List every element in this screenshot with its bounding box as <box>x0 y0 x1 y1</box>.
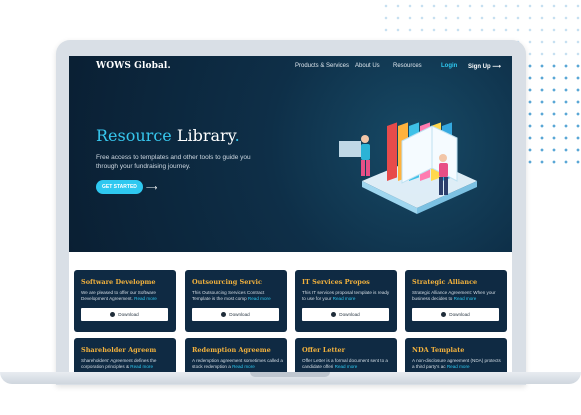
card-description: A non-disclosure agreement (NDA) protect… <box>412 358 504 370</box>
nav-link-products[interactable]: Products & Services <box>295 63 349 69</box>
title-dot: . <box>234 126 240 145</box>
read-more-link[interactable]: Read more <box>454 296 477 301</box>
download-label: Download <box>339 312 360 317</box>
card-title: IT Services Propos <box>302 278 370 286</box>
title-word-1: Resource <box>96 126 172 145</box>
nav-link-resources[interactable]: Resources <box>393 63 422 69</box>
signup-label: Sign Up <box>468 64 491 70</box>
login-link[interactable]: Login <box>441 63 457 69</box>
card-description: We are pleased to offer our Software Dev… <box>81 290 173 302</box>
card-title: Redemption Agreeme <box>192 346 271 354</box>
download-button[interactable]: Download <box>192 308 279 321</box>
resource-card: IT Services Propos This IT services prop… <box>295 270 397 332</box>
download-icon <box>441 312 447 317</box>
arrow-right-icon: ⟶ <box>492 64 501 70</box>
resource-card: Shareholder Agreem Shareholders' Agreeme… <box>74 338 176 372</box>
card-description: Shareholders' Agreement defines the corp… <box>81 358 173 370</box>
get-started-button[interactable]: GET STARTED ⟶ <box>96 180 157 194</box>
resource-card: Outsourcing Servic This Outsourcing Serv… <box>185 270 287 332</box>
card-title: Outsourcing Servic <box>192 278 262 286</box>
card-description: Offer Letter is a formal document sent t… <box>302 358 394 370</box>
signup-link[interactable]: Sign Up ⟶ <box>468 63 501 70</box>
card-description: A redemption agreement sometimes called … <box>192 358 284 370</box>
hero-section: WOWS Global. Products & Services About U… <box>69 56 512 252</box>
resource-card: NDA Template A non-disclosure agreement … <box>405 338 507 372</box>
download-icon <box>110 312 116 317</box>
arrow-right-icon: ⟶ <box>145 182 158 192</box>
download-label: Download <box>118 312 139 317</box>
card-description: Strategic Alliance Agreement: When your … <box>412 290 504 302</box>
download-icon <box>331 312 337 317</box>
read-more-link[interactable]: Read more <box>333 296 356 301</box>
page-title: Resource Library. <box>96 126 240 145</box>
resource-card: Offer Letter Offer Letter is a formal do… <box>295 338 397 372</box>
card-title: NDA Template <box>412 346 465 354</box>
laptop-screen: WOWS Global. Products & Services About U… <box>69 56 512 372</box>
read-more-link[interactable]: Read more <box>335 364 358 369</box>
library-illustration <box>339 122 477 214</box>
read-more-link[interactable]: Read more <box>248 296 271 301</box>
laptop-notch <box>250 372 330 377</box>
read-more-link[interactable]: Read more <box>134 296 157 301</box>
nav-link-about[interactable]: About Us <box>355 63 380 69</box>
download-button[interactable]: Download <box>81 308 168 321</box>
download-icon <box>221 312 227 317</box>
card-title: Software Developme <box>81 278 156 286</box>
card-description: This Outsourcing Services Contract Templ… <box>192 290 284 302</box>
card-title: Shareholder Agreem <box>81 346 157 354</box>
hero-subtitle: Free access to templates and other tools… <box>96 154 251 170</box>
resource-card: Software Developme We are pleased to off… <box>74 270 176 332</box>
resource-cards: Software Developme We are pleased to off… <box>69 252 512 372</box>
resource-card: Strategic Alliance Strategic Alliance Ag… <box>405 270 507 332</box>
download-button[interactable]: Download <box>412 308 499 321</box>
card-title: Strategic Alliance <box>412 278 478 286</box>
card-title: Offer Letter <box>302 346 346 354</box>
download-button[interactable]: Download <box>302 308 389 321</box>
site-logo[interactable]: WOWS Global. <box>96 61 171 71</box>
title-word-2: Library <box>176 126 235 145</box>
resource-card: Redemption Agreeme A redemption agreemen… <box>185 338 287 372</box>
read-more-link[interactable]: Read more <box>130 364 153 369</box>
read-more-link[interactable]: Read more <box>447 364 470 369</box>
get-started-label: GET STARTED <box>96 180 143 194</box>
download-label: Download <box>229 312 250 317</box>
read-more-link[interactable]: Read more <box>232 364 255 369</box>
download-label: Download <box>449 312 470 317</box>
top-nav: WOWS Global. Products & Services About U… <box>69 56 512 78</box>
card-description: This IT services proposal template is re… <box>302 290 394 302</box>
